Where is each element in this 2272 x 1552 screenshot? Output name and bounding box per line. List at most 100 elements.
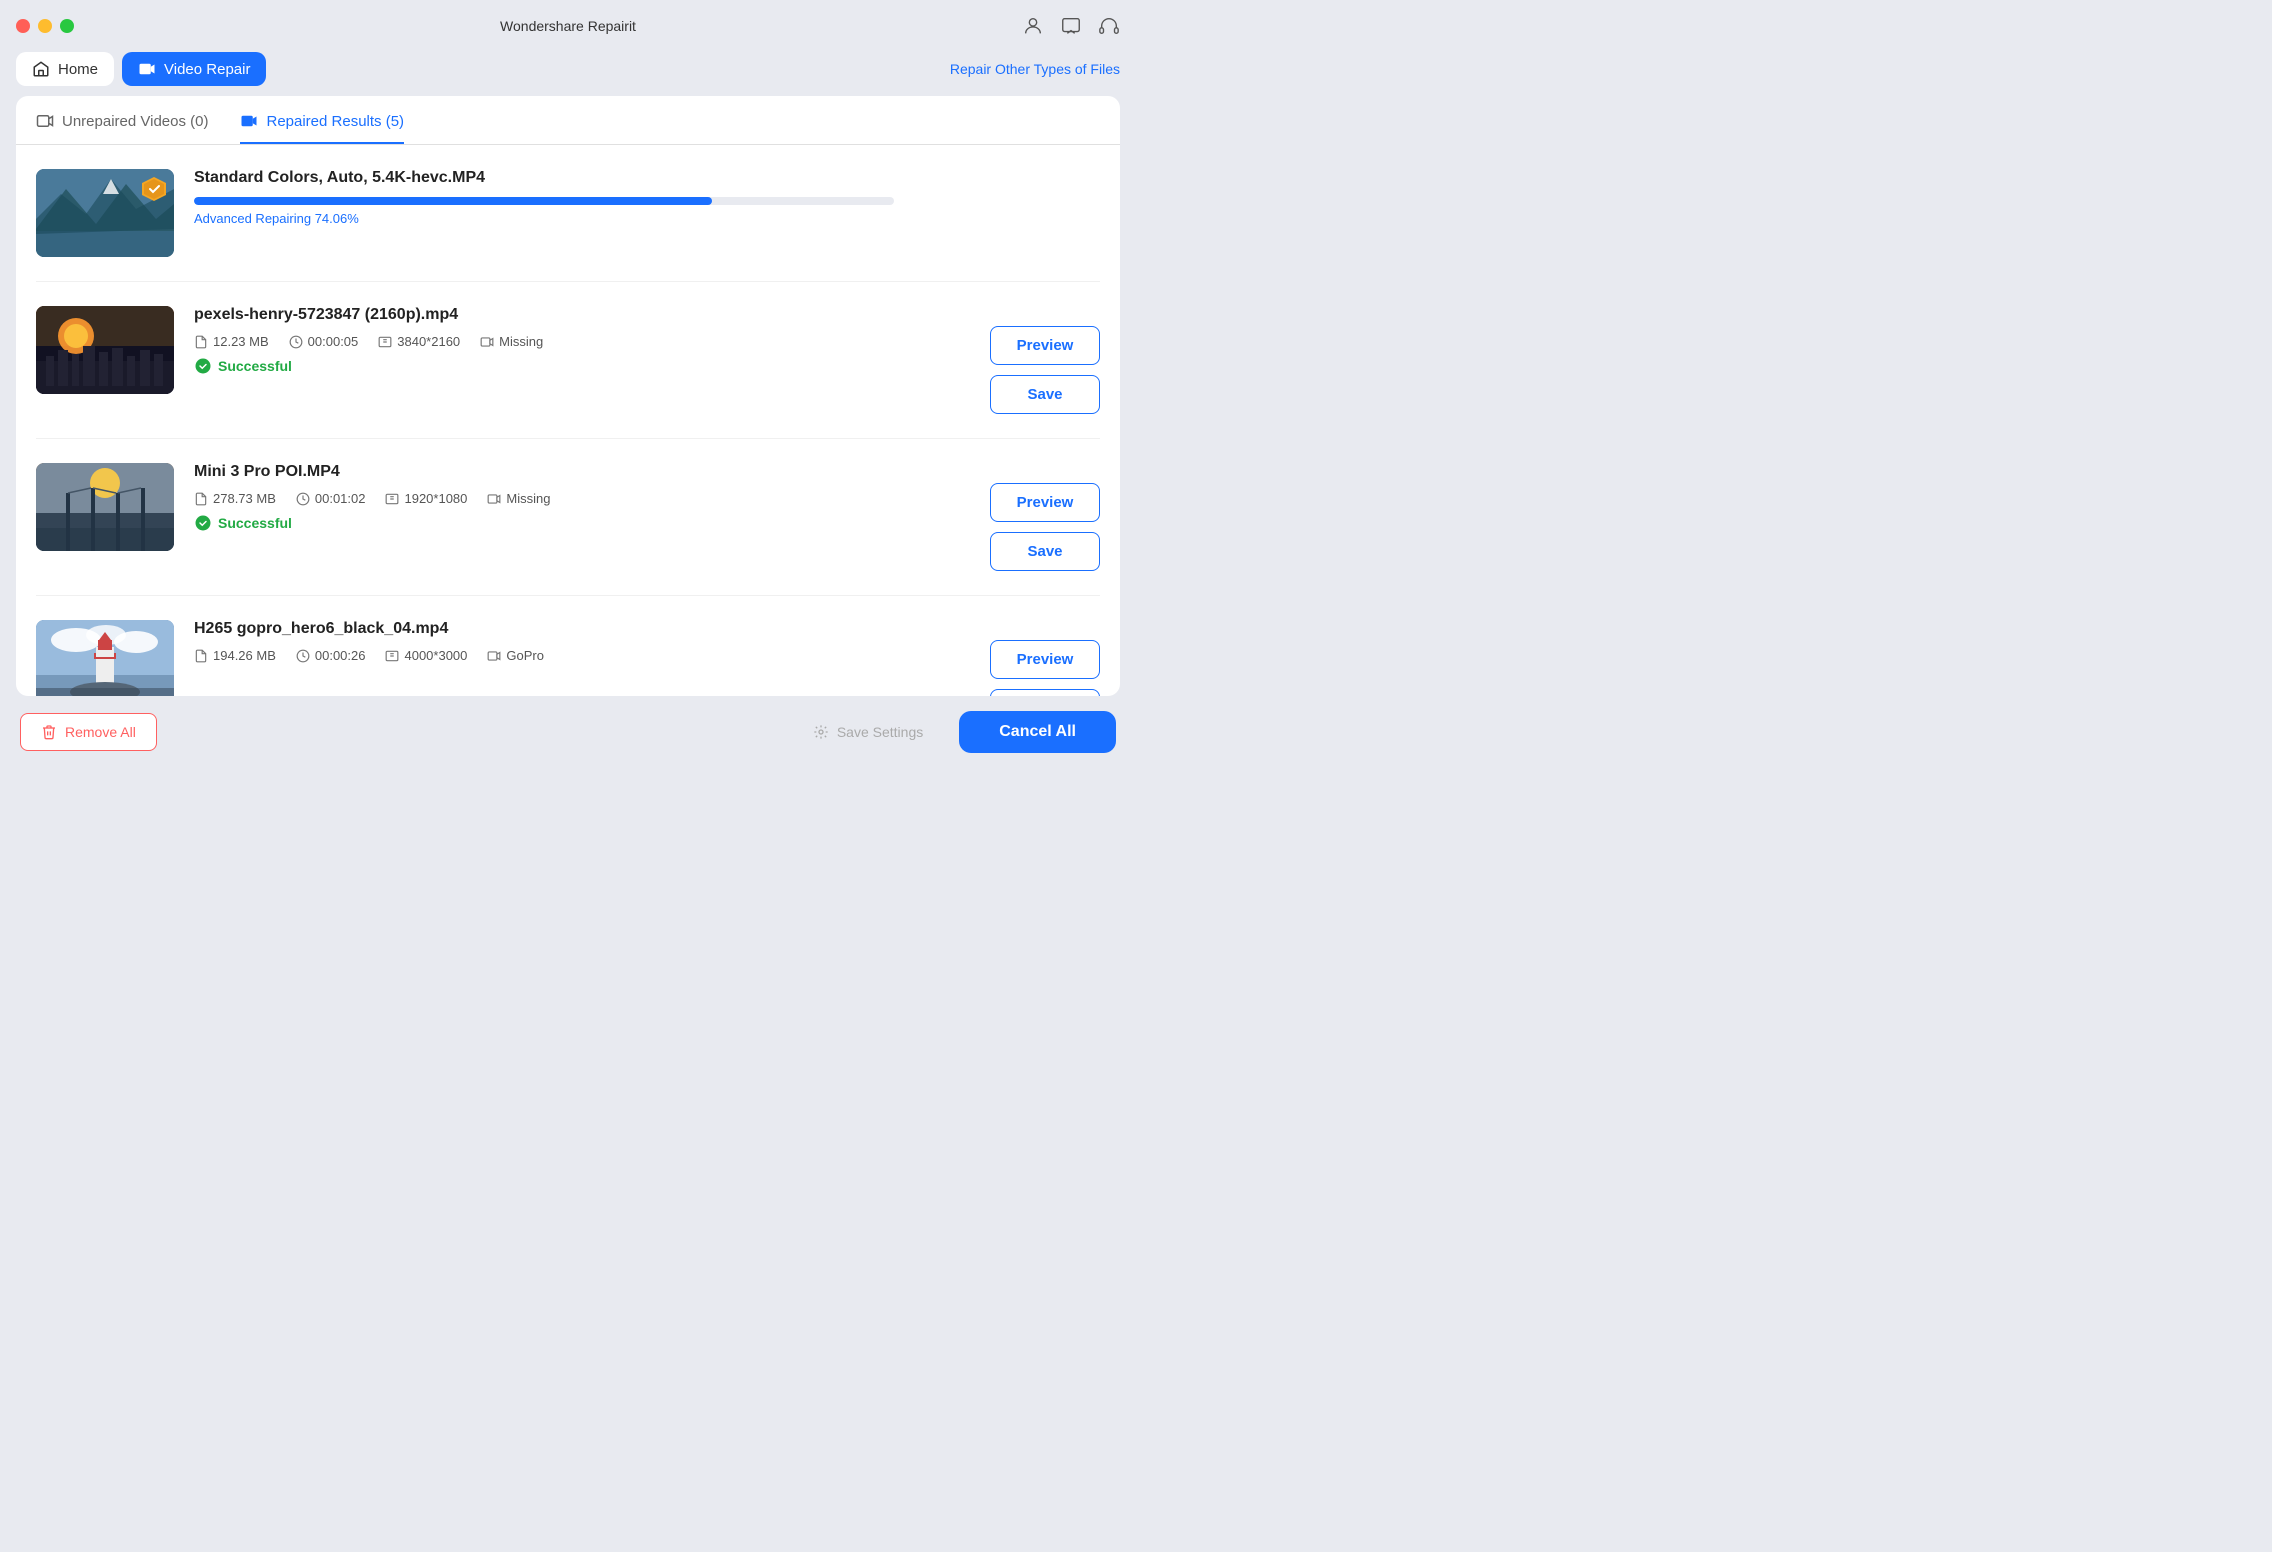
video-info: H265 gopro_hero6_black_04.mp4 194.26 MB … xyxy=(194,620,970,671)
file-size: 194.26 MB xyxy=(194,648,276,663)
video-item: Standard Colors, Auto, 5.4K-hevc.MP4 Adv… xyxy=(36,145,1100,282)
progress-bar-background xyxy=(194,197,894,205)
remove-all-button[interactable]: Remove All xyxy=(20,713,157,751)
trash-icon xyxy=(41,724,57,740)
source: GoPro xyxy=(487,648,544,663)
video-name: H265 gopro_hero6_black_04.mp4 xyxy=(194,620,970,638)
source-value: Missing xyxy=(506,491,550,506)
bottom-bar: Remove All Save Settings Cancel All xyxy=(0,696,1136,768)
preview-button[interactable]: Preview xyxy=(990,640,1100,679)
video-info: Standard Colors, Auto, 5.4K-hevc.MP4 Adv… xyxy=(194,169,1100,234)
video-source-icon xyxy=(480,335,494,349)
source-value: Missing xyxy=(499,334,543,349)
cancel-all-button[interactable]: Cancel All xyxy=(959,711,1116,753)
home-label: Home xyxy=(58,61,98,78)
progress-label: Advanced Repairing 74.06% xyxy=(194,211,1100,226)
progress-bar-fill xyxy=(194,197,712,205)
preview-button[interactable]: Preview xyxy=(990,483,1100,522)
video-meta: 278.73 MB 00:01:02 1920*1080 xyxy=(194,491,970,506)
video-thumbnail xyxy=(36,306,174,394)
success-icon xyxy=(194,357,212,375)
resolution-value: 1920*1080 xyxy=(404,491,467,506)
video-source-icon xyxy=(487,492,501,506)
save-button[interactable]: Save xyxy=(990,375,1100,414)
file-size: 12.23 MB xyxy=(194,334,269,349)
video-name: Mini 3 Pro POI.MP4 xyxy=(194,463,970,481)
duration-value: 00:01:02 xyxy=(315,491,366,506)
video-info: Mini 3 Pro POI.MP4 278.73 MB 00:01:02 xyxy=(194,463,970,532)
settings-icon xyxy=(813,724,829,740)
size-value: 278.73 MB xyxy=(213,491,276,506)
save-settings-button[interactable]: Save Settings xyxy=(793,714,943,750)
title-bar: Wondershare Repairit xyxy=(0,0,1136,52)
file-icon xyxy=(194,649,208,663)
repaired-tab-icon xyxy=(240,112,258,130)
clock-icon xyxy=(296,649,310,663)
source-value: GoPro xyxy=(506,648,544,663)
clock-icon xyxy=(296,492,310,506)
minimize-button[interactable] xyxy=(38,19,52,33)
maximize-button[interactable] xyxy=(60,19,74,33)
duration-value: 00:00:05 xyxy=(308,334,359,349)
save-button[interactable]: Save xyxy=(990,532,1100,571)
unrepaired-tab-label: Unrepaired Videos (0) xyxy=(62,113,208,130)
video-name: pexels-henry-5723847 (2160p).mp4 xyxy=(194,306,970,324)
video-tab-icon xyxy=(36,112,54,130)
home-icon xyxy=(32,60,50,78)
video-meta: 12.23 MB 00:00:05 3840*2160 xyxy=(194,334,970,349)
size-value: 194.26 MB xyxy=(213,648,276,663)
video-icon xyxy=(138,60,156,78)
tab-repaired[interactable]: Repaired Results (5) xyxy=(240,112,404,144)
home-nav-button[interactable]: Home xyxy=(16,52,114,86)
status-badge: Successful xyxy=(194,357,970,375)
video-repair-label: Video Repair xyxy=(164,61,250,78)
video-item: pexels-henry-5723847 (2160p).mp4 12.23 M… xyxy=(36,282,1100,439)
repair-badge xyxy=(140,175,168,208)
save-settings-label: Save Settings xyxy=(837,724,923,740)
chat-icon[interactable] xyxy=(1060,15,1082,37)
tabs: Unrepaired Videos (0) Repaired Results (… xyxy=(16,96,1120,145)
nav-bar: Home Video Repair Repair Other Types of … xyxy=(0,52,1136,96)
save-button[interactable]: Save xyxy=(990,689,1100,696)
resolution-icon xyxy=(385,492,399,506)
video-source-icon xyxy=(487,649,501,663)
success-icon xyxy=(194,514,212,532)
size-value: 12.23 MB xyxy=(213,334,269,349)
action-buttons: Preview Save xyxy=(990,640,1100,696)
video-name: Standard Colors, Auto, 5.4K-hevc.MP4 xyxy=(194,169,1100,187)
headset-icon[interactable] xyxy=(1098,15,1120,37)
video-list: Standard Colors, Auto, 5.4K-hevc.MP4 Adv… xyxy=(16,145,1120,696)
bottom-right-actions: Save Settings Cancel All xyxy=(793,711,1116,753)
main-content: Unrepaired Videos (0) Repaired Results (… xyxy=(16,96,1120,696)
traffic-lights xyxy=(16,19,74,33)
video-thumbnail xyxy=(36,620,174,696)
resolution: 1920*1080 xyxy=(385,491,467,506)
action-buttons: Preview Save xyxy=(990,326,1100,414)
remove-all-label: Remove All xyxy=(65,724,136,740)
cancel-all-label: Cancel All xyxy=(999,723,1076,740)
resolution-icon xyxy=(385,649,399,663)
video-thumbnail xyxy=(36,463,174,551)
preview-button[interactable]: Preview xyxy=(990,326,1100,365)
close-button[interactable] xyxy=(16,19,30,33)
resolution: 4000*3000 xyxy=(385,648,467,663)
source: Missing xyxy=(487,491,550,506)
video-meta: 194.26 MB 00:00:26 4000*3000 xyxy=(194,648,970,663)
video-item: Mini 3 Pro POI.MP4 278.73 MB 00:01:02 xyxy=(36,439,1100,596)
nav-left: Home Video Repair xyxy=(16,52,266,86)
resolution: 3840*2160 xyxy=(378,334,460,349)
file-icon xyxy=(194,492,208,506)
clock-icon xyxy=(289,335,303,349)
video-item: H265 gopro_hero6_black_04.mp4 194.26 MB … xyxy=(36,596,1100,696)
repair-other-button[interactable]: Repair Other Types of Files xyxy=(950,61,1120,77)
user-icon[interactable] xyxy=(1022,15,1044,37)
video-info: pexels-henry-5723847 (2160p).mp4 12.23 M… xyxy=(194,306,970,375)
app-title: Wondershare Repairit xyxy=(500,18,636,34)
tab-unrepaired[interactable]: Unrepaired Videos (0) xyxy=(36,112,208,144)
resolution-value: 4000*3000 xyxy=(404,648,467,663)
duration: 00:01:02 xyxy=(296,491,366,506)
duration-value: 00:00:26 xyxy=(315,648,366,663)
duration: 00:00:05 xyxy=(289,334,359,349)
duration: 00:00:26 xyxy=(296,648,366,663)
video-repair-nav-button[interactable]: Video Repair xyxy=(122,52,266,86)
